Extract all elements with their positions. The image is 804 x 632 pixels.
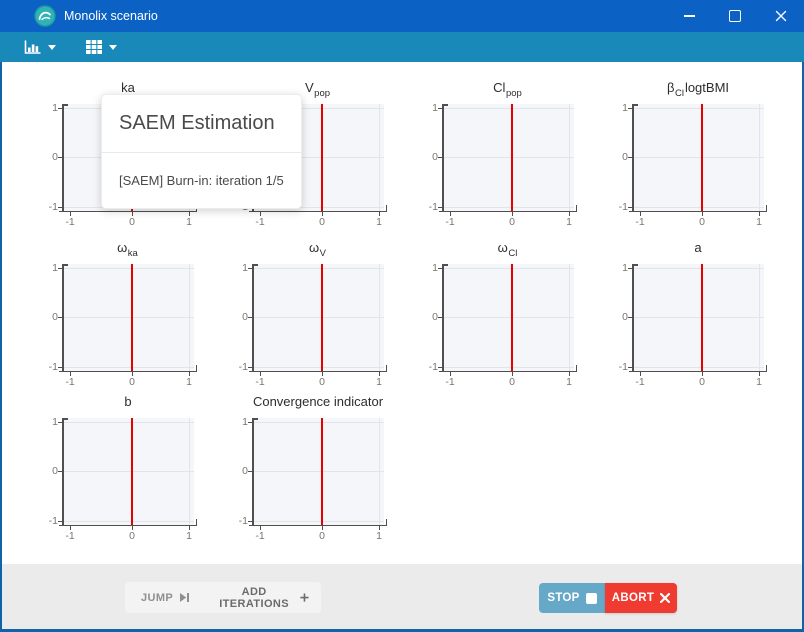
chart-type-button[interactable] bbox=[18, 35, 62, 59]
minimize-icon bbox=[684, 15, 695, 16]
stop-icon bbox=[586, 593, 597, 604]
x-icon bbox=[660, 593, 670, 603]
bar-chart-icon bbox=[24, 40, 41, 55]
titlebar: Monolix scenario bbox=[0, 0, 804, 32]
footer-bar bbox=[2, 564, 802, 629]
monolix-logo-icon bbox=[34, 5, 56, 27]
window-border-left bbox=[0, 62, 2, 632]
iteration-button-group: JUMP ADD ITERATIONS bbox=[125, 582, 321, 613]
jump-label: JUMP bbox=[141, 592, 173, 604]
grid-layout-button[interactable] bbox=[80, 35, 123, 59]
plus-icon bbox=[300, 592, 309, 603]
window-controls bbox=[666, 0, 804, 32]
close-button[interactable] bbox=[758, 0, 804, 32]
maximize-icon bbox=[729, 10, 741, 22]
abort-label: ABORT bbox=[612, 592, 654, 604]
popup-status: [SAEM] Burn-in: iteration 1/5 bbox=[102, 153, 301, 208]
add-iterations-label: ADD ITERATIONS bbox=[214, 586, 294, 610]
monolix-window: Monolix scenario bbox=[0, 0, 804, 632]
toolbar bbox=[0, 32, 804, 62]
skip-forward-icon bbox=[179, 592, 190, 603]
abort-button[interactable]: ABORT bbox=[605, 583, 677, 613]
chevron-down-icon bbox=[48, 45, 56, 50]
maximize-button[interactable] bbox=[712, 0, 758, 32]
window-title: Monolix scenario bbox=[64, 0, 158, 32]
stop-label: STOP bbox=[547, 592, 579, 604]
close-icon bbox=[775, 10, 787, 22]
minimize-button[interactable] bbox=[666, 0, 712, 32]
add-iterations-button[interactable]: ADD ITERATIONS bbox=[202, 582, 321, 613]
jump-button[interactable]: JUMP bbox=[125, 582, 202, 613]
stop-button[interactable]: STOP bbox=[539, 583, 605, 613]
grid-icon bbox=[86, 40, 102, 54]
popup-title: SAEM Estimation bbox=[102, 95, 301, 152]
saem-popup: SAEM Estimation [SAEM] Burn-in: iteratio… bbox=[101, 94, 302, 209]
chevron-down-icon bbox=[109, 45, 117, 50]
